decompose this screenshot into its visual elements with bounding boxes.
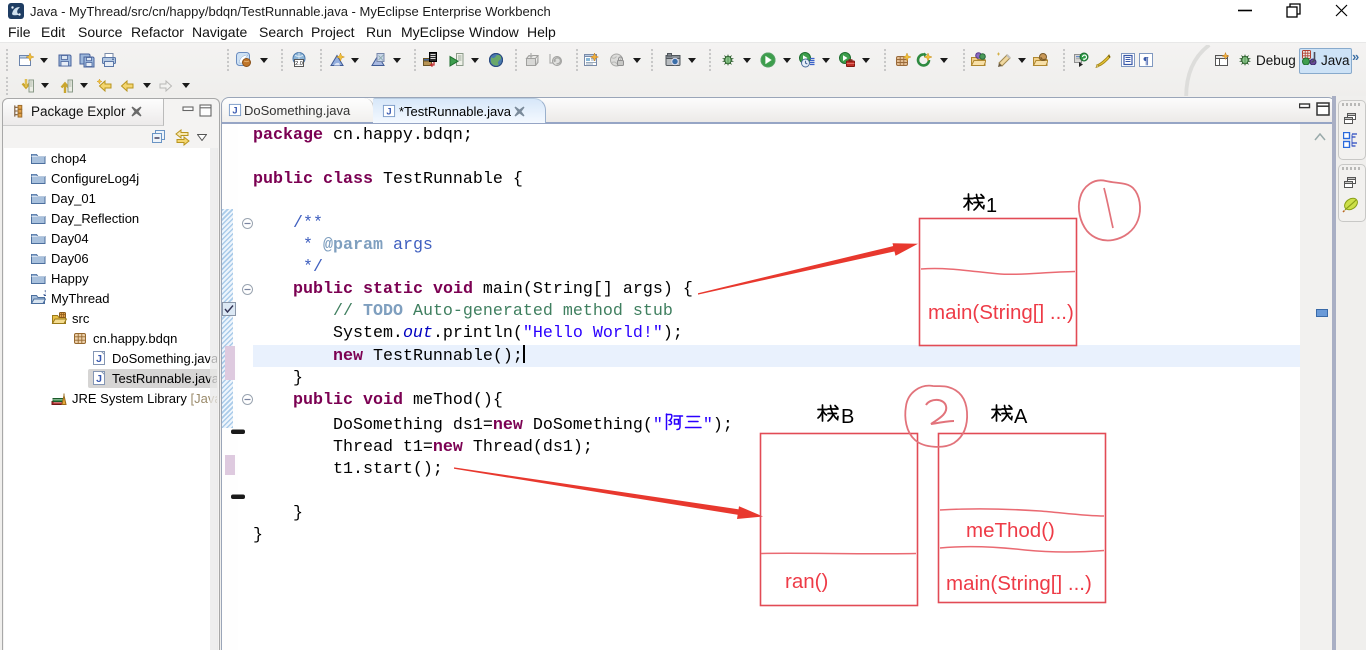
svg-text:J: J xyxy=(96,353,102,365)
svg-text:J: J xyxy=(43,290,46,299)
svg-text:2.0: 2.0 xyxy=(295,61,303,67)
svg-text:¶: ¶ xyxy=(1143,55,1149,67)
svg-text:J: J xyxy=(232,106,237,116)
svg-text:J: J xyxy=(96,373,102,385)
svg-text:J: J xyxy=(386,107,391,117)
